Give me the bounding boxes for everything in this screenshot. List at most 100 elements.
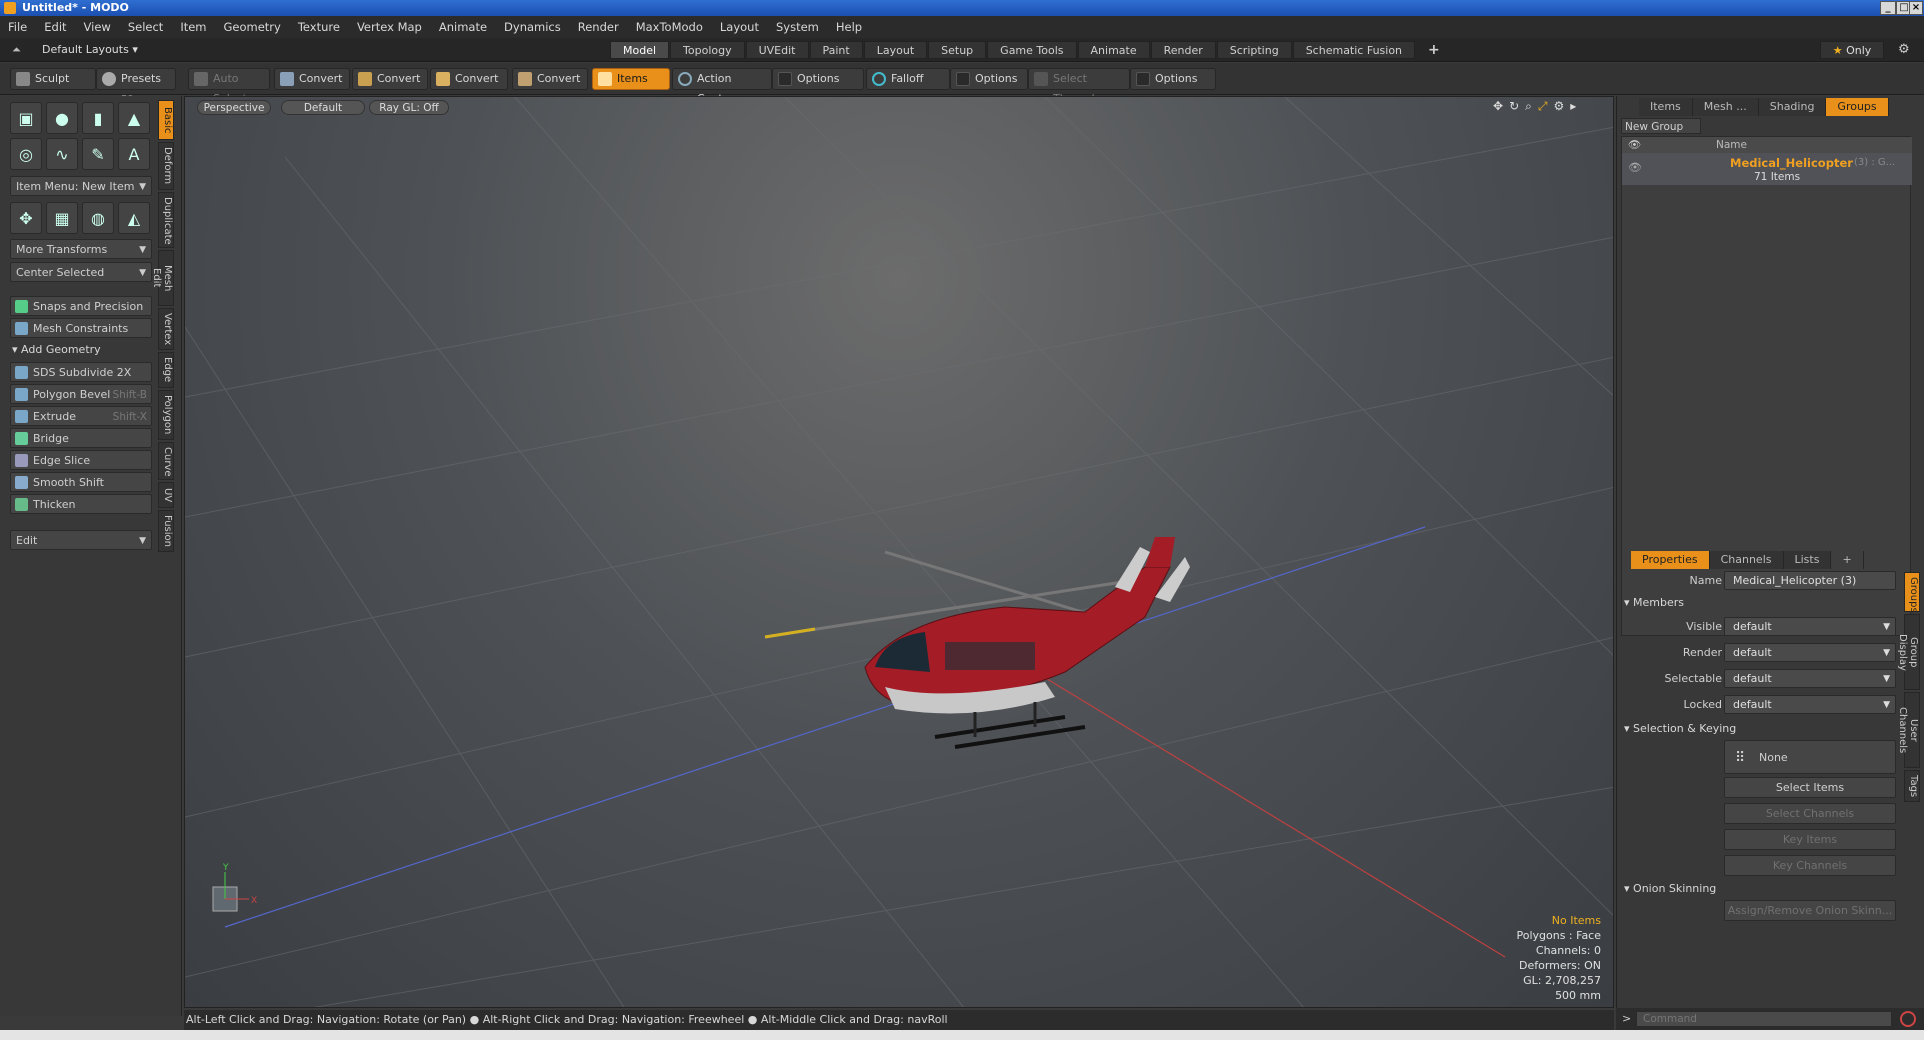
convert-vertices-button[interactable]: Convert [274, 68, 350, 90]
rotate-icon[interactable]: ↻ [1509, 99, 1519, 114]
menu-texture[interactable]: Texture [298, 20, 340, 34]
torus-icon[interactable]: ◎ [10, 138, 42, 170]
tab-render[interactable]: Render [1150, 41, 1216, 59]
vtab-edge[interactable]: Edge [158, 352, 174, 388]
members-section-header[interactable]: ▾ Members [1624, 596, 1684, 609]
menu-file[interactable]: File [8, 20, 27, 34]
tab-lists[interactable]: Lists [1783, 551, 1832, 569]
new-group-button[interactable]: New Group [1621, 118, 1701, 134]
vtab-vertex[interactable]: Vertex [158, 308, 174, 350]
tab-shading[interactable]: Shading [1758, 98, 1827, 116]
side-tab-tags[interactable]: Tags [1904, 770, 1920, 802]
3d-viewport[interactable]: Y X Perspective Default Ray GL: Off ✥ ↻ … [184, 96, 1614, 1008]
helicopter-model[interactable] [764, 537, 1190, 749]
tab-model[interactable]: Model [610, 41, 670, 59]
add-panel-tab-button[interactable]: + [1831, 551, 1864, 569]
menu-system[interactable]: System [776, 20, 819, 34]
group-name-field[interactable]: Medical_Helicopter (3) [1724, 571, 1896, 590]
auto-select-button[interactable]: Auto Select [188, 68, 270, 105]
menu-dynamics[interactable]: Dynamics [504, 20, 561, 34]
globe-icon[interactable]: ◍ [82, 202, 114, 234]
none-selection-button[interactable]: ⠿ None [1724, 740, 1896, 774]
pen-tool-icon[interactable]: ✎ [82, 138, 114, 170]
menu-help[interactable]: Help [836, 20, 862, 34]
menu-layout[interactable]: Layout [720, 20, 759, 34]
key-channels-button[interactable]: Key Channels [1724, 855, 1896, 876]
menu-maxtomodo[interactable]: MaxToModo [636, 20, 703, 34]
center-selected-dropdown[interactable]: Center Selected ▼ [10, 262, 152, 282]
smooth-shift-button[interactable]: Smooth Shift [10, 472, 152, 492]
fit-icon[interactable]: ⤢ [1538, 99, 1548, 114]
presets-button[interactable]: Presets F6 [96, 68, 176, 105]
close-button[interactable]: × [1909, 1, 1923, 15]
viewport-menu-icon[interactable]: ▸ [1570, 99, 1576, 114]
tab-game-tools[interactable]: Game Tools [987, 41, 1077, 59]
raygl-toggle[interactable]: Ray GL: Off [369, 100, 449, 115]
selection-keying-section-header[interactable]: ▾ Selection & Keying [1624, 722, 1736, 735]
tab-groups[interactable]: Groups [1826, 98, 1889, 116]
vtab-basic[interactable]: Basic [158, 100, 174, 140]
transform-icon[interactable]: ✥ [10, 202, 42, 234]
select-through-options-button[interactable]: Options [1130, 68, 1216, 90]
menu-render[interactable]: Render [578, 20, 619, 34]
record-icon[interactable] [1900, 1011, 1916, 1027]
sds-subdivide-button[interactable]: SDS Subdivide 2X [10, 362, 152, 382]
edit-dropdown[interactable]: Edit ▼ [10, 530, 152, 550]
action-center-options-button[interactable]: Options [772, 68, 864, 90]
side-tab-group-display[interactable]: Group Display [1897, 614, 1920, 690]
action-center-button[interactable]: Action Center [672, 68, 772, 105]
menu-view[interactable]: View [84, 20, 111, 34]
select-through-button[interactable]: Select Through [1028, 68, 1130, 105]
text-tool-icon[interactable]: A [118, 138, 150, 170]
select-channels-button[interactable]: Select Channels [1724, 803, 1896, 824]
grid-icon[interactable]: ▦ [46, 202, 78, 234]
tab-animate[interactable]: Animate [1077, 41, 1150, 59]
tab-scripting[interactable]: Scripting [1216, 41, 1292, 59]
minimize-button[interactable]: _ [1880, 1, 1896, 15]
zoom-icon[interactable]: ⌕ [1525, 99, 1532, 114]
item-menu-dropdown[interactable]: Item Menu: New Item ▼ [10, 176, 152, 196]
edge-slice-button[interactable]: Edge Slice [10, 450, 152, 470]
vtab-polygon[interactable]: Polygon [158, 390, 174, 440]
onion-skinning-section-header[interactable]: ▾ Onion Skinning [1624, 882, 1716, 895]
falloff-options-button[interactable]: Options [950, 68, 1028, 90]
selectable-dropdown[interactable]: default ▼ [1724, 669, 1896, 688]
menu-edit[interactable]: Edit [44, 20, 66, 34]
visible-dropdown[interactable]: default ▼ [1724, 617, 1896, 636]
tab-mesh[interactable]: Mesh ... [1692, 98, 1759, 116]
cone-icon[interactable]: ▲ [118, 102, 150, 134]
tab-topology[interactable]: Topology [670, 41, 745, 59]
assign-onion-skinning-button[interactable]: Assign/Remove Onion Skinn... [1724, 900, 1896, 921]
sphere-icon[interactable]: ● [46, 102, 78, 134]
sculpt-button[interactable]: Sculpt [10, 68, 96, 90]
tab-items[interactable]: Items [1639, 98, 1693, 116]
menu-animate[interactable]: Animate [439, 20, 487, 34]
falloff-button[interactable]: Falloff [866, 68, 950, 90]
bridge-button[interactable]: Bridge [10, 428, 152, 448]
more-transforms-dropdown[interactable]: More Transforms ▼ [10, 239, 152, 259]
visibility-eye-icon[interactable]: 👁 [1628, 161, 1642, 174]
tab-schematic-fusion[interactable]: Schematic Fusion [1292, 41, 1416, 59]
convert-polygons-button[interactable]: Convert [430, 68, 508, 90]
extrude-button[interactable]: Extrude Shift-X [10, 406, 152, 426]
thicken-button[interactable]: Thicken [10, 494, 152, 514]
side-tab-user-channels[interactable]: User Channels [1897, 692, 1920, 768]
vtab-duplicate[interactable]: Duplicate [158, 192, 174, 248]
snaps-and-precision-button[interactable]: Snaps and Precision [10, 296, 152, 316]
tab-channels[interactable]: Channels [1709, 551, 1784, 569]
add-geometry-header[interactable]: ▾ Add Geometry [12, 343, 101, 356]
locked-dropdown[interactable]: default ▼ [1724, 695, 1896, 714]
curve-tool-icon[interactable]: ∿ [46, 138, 78, 170]
menu-geometry[interactable]: Geometry [224, 20, 281, 34]
viewport-settings-icon[interactable]: ⚙ [1553, 99, 1564, 114]
cube-icon[interactable]: ▣ [10, 102, 42, 134]
only-toggle[interactable]: ★ Only [1820, 41, 1884, 59]
default-layouts-dropdown[interactable]: Default Layouts ▾ [42, 43, 138, 56]
pan-icon[interactable]: ✥ [1493, 99, 1503, 114]
cylinder-icon[interactable]: ▮ [82, 102, 114, 134]
side-tab-groups[interactable]: Groups [1904, 572, 1920, 613]
gear-icon[interactable]: ⚙ [1898, 42, 1910, 57]
tab-setup[interactable]: Setup [928, 41, 987, 59]
mesh-constraints-button[interactable]: Mesh Constraints [10, 318, 152, 338]
menu-select[interactable]: Select [128, 20, 163, 34]
